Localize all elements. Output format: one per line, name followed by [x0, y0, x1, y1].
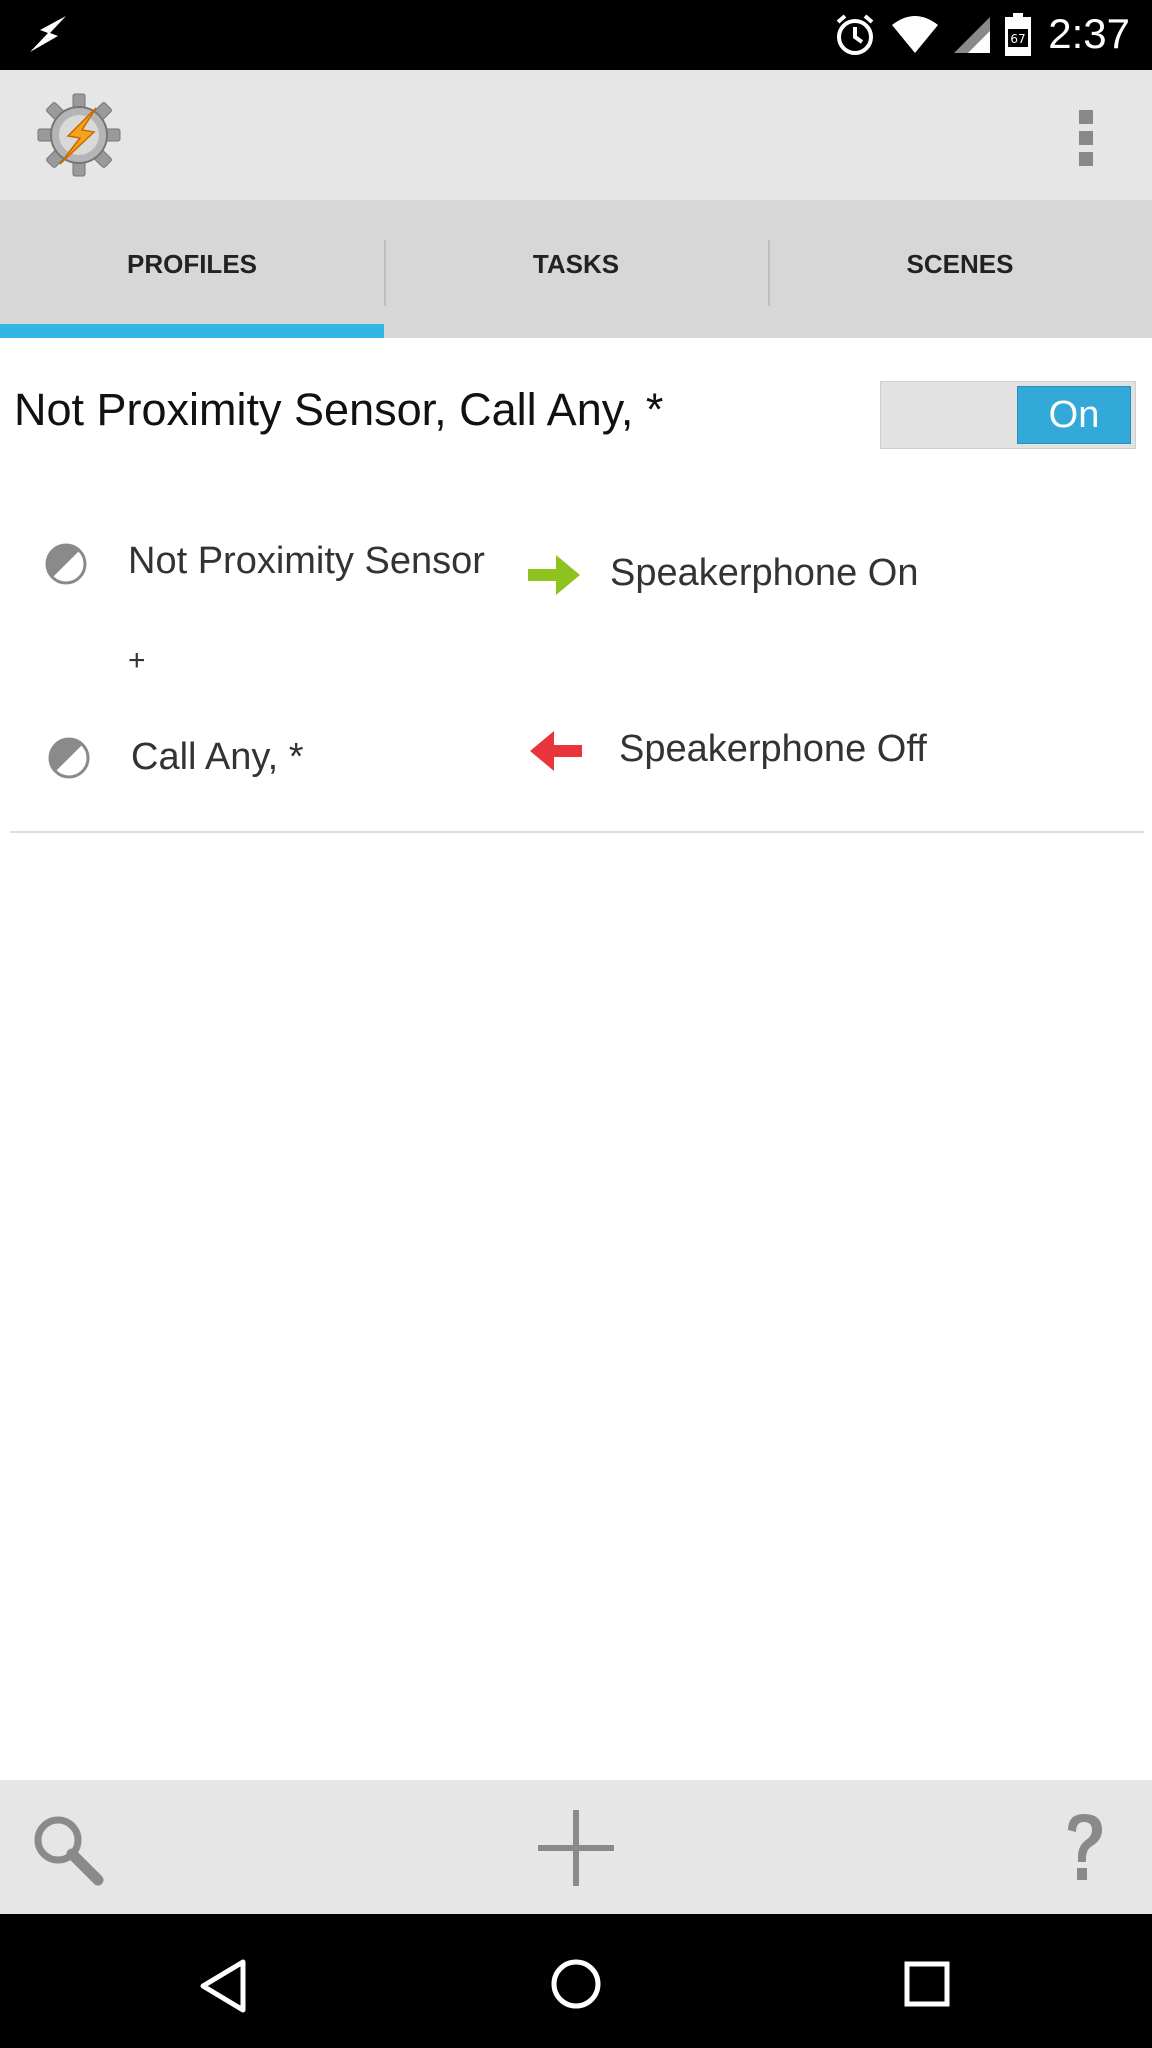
- navigation-bar: [0, 1914, 1152, 2048]
- bolt-icon: [30, 16, 66, 52]
- recents-icon[interactable]: [904, 1961, 950, 2007]
- battery-icon: 67: [1005, 13, 1031, 56]
- toggle-knob: On: [1017, 386, 1131, 444]
- help-icon[interactable]: [1062, 1812, 1106, 1884]
- profile-title[interactable]: Not Proximity Sensor, Call Any, *: [14, 384, 663, 436]
- enter-arrow-icon: [528, 555, 580, 595]
- search-icon[interactable]: [30, 1812, 106, 1888]
- wifi-icon: [892, 16, 938, 53]
- context-label[interactable]: Not Proximity Sensor: [128, 540, 485, 583]
- add-icon[interactable]: [536, 1808, 616, 1888]
- app-bar: [0, 70, 1152, 200]
- half-circle-icon[interactable]: [47, 736, 91, 780]
- exit-arrow-icon: [530, 731, 582, 771]
- signal-icon: [954, 17, 990, 53]
- enter-task-label[interactable]: Speakerphone On: [610, 552, 918, 595]
- tab-scenes[interactable]: SCENES: [768, 200, 1152, 338]
- context-label[interactable]: Call Any, *: [131, 736, 303, 779]
- back-icon[interactable]: [198, 1958, 248, 2014]
- tab-tasks[interactable]: TASKS: [384, 200, 768, 338]
- context-joiner: +: [128, 644, 146, 677]
- home-icon[interactable]: [550, 1958, 602, 2010]
- alarm-icon: [836, 14, 874, 55]
- divider: [10, 831, 1144, 833]
- clock: 2:37: [1048, 10, 1130, 57]
- bottom-action-bar: [0, 1780, 1152, 1914]
- tab-profiles[interactable]: PROFILES: [0, 200, 384, 338]
- half-circle-icon[interactable]: [44, 542, 88, 586]
- status-bar: 67 2:37: [0, 0, 1152, 70]
- more-vert-icon[interactable]: [1078, 108, 1094, 168]
- tasker-logo-icon[interactable]: [36, 92, 122, 178]
- tab-bar: PROFILES TASKS SCENES: [0, 200, 1152, 338]
- battery-level: 67: [1010, 32, 1025, 46]
- profile-toggle[interactable]: On: [880, 381, 1136, 449]
- exit-task-label[interactable]: Speakerphone Off: [619, 728, 927, 771]
